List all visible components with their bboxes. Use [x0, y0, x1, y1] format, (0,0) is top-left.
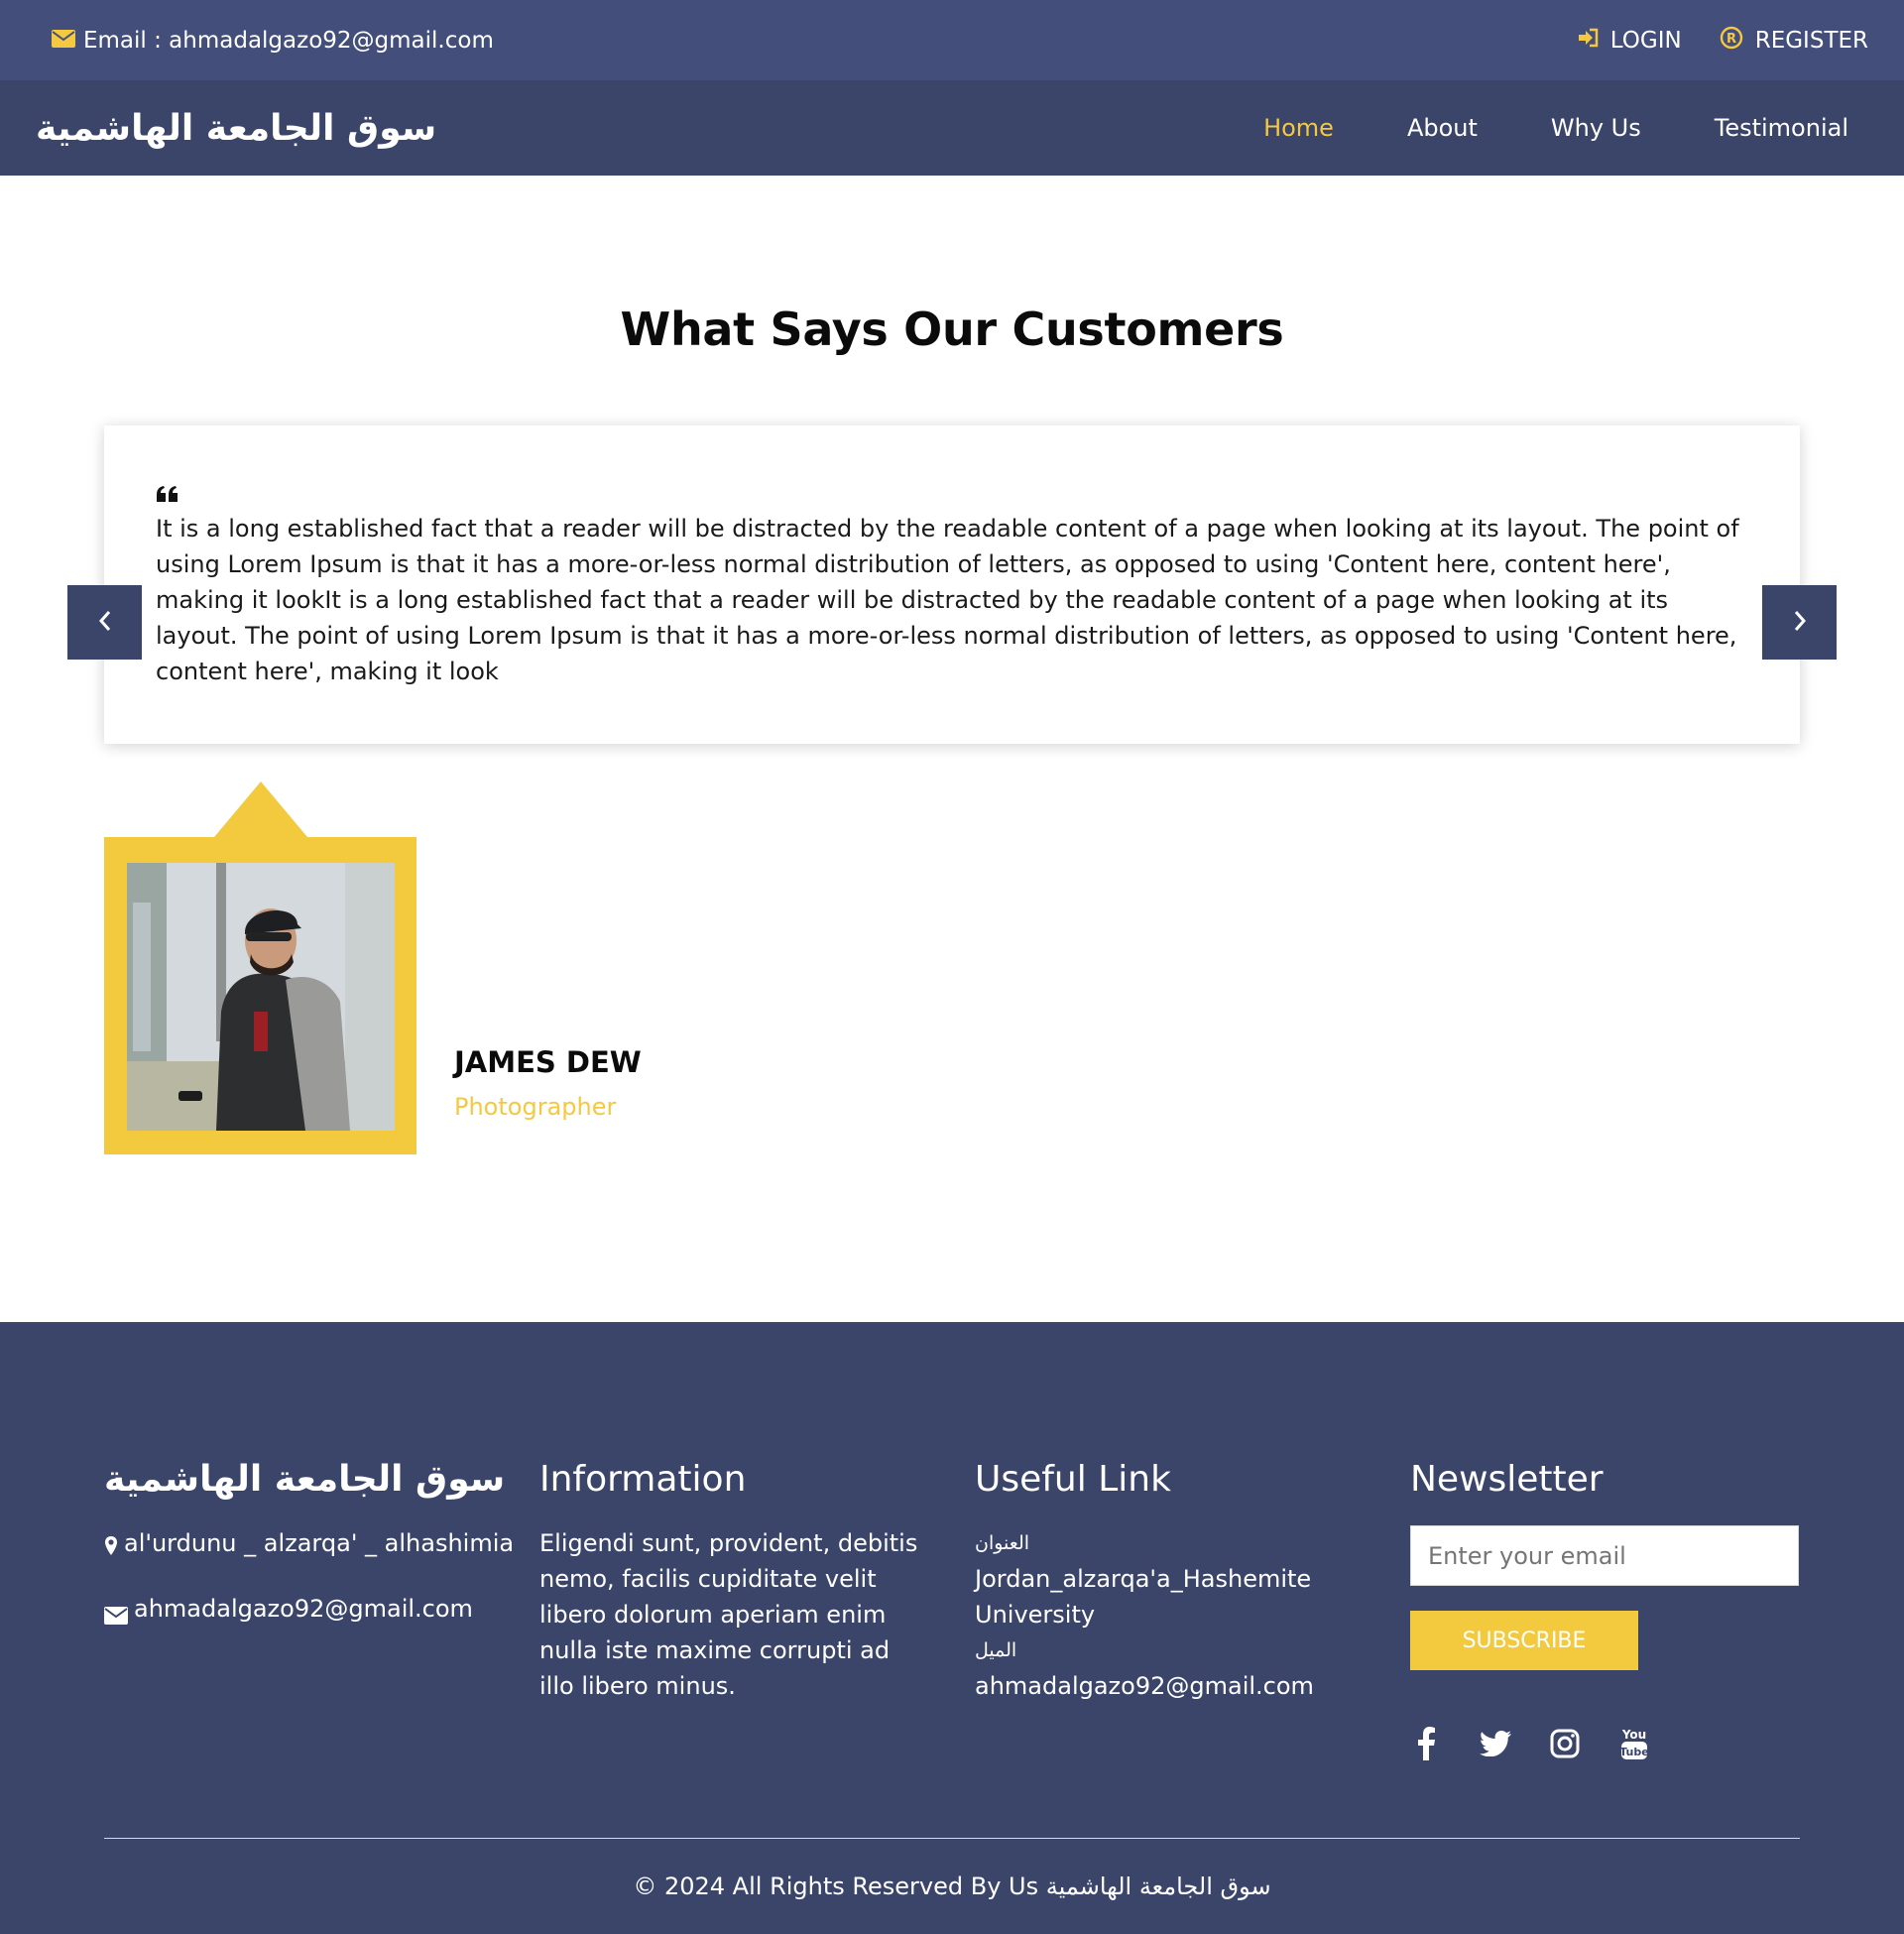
register-link[interactable]: R REGISTER: [1720, 26, 1868, 56]
client-profile: JAMES DEW Photographer: [104, 782, 1904, 1154]
testimonial-carousel: It is a long established fact that a rea…: [67, 425, 1837, 744]
svg-text:Tube: Tube: [1619, 1746, 1648, 1758]
footer-email[interactable]: ahmadalgazo92@gmail.com: [104, 1591, 539, 1634]
subscribe-button[interactable]: SUBSCRIBE: [1410, 1611, 1638, 1670]
footer-links-column: Useful Link العنوان Jordan_alzarqa'a_Has…: [975, 1459, 1410, 1759]
svg-text:R: R: [1726, 32, 1736, 47]
youtube-icon[interactable]: You Tube: [1618, 1728, 1650, 1759]
newsletter-email-input[interactable]: [1410, 1525, 1799, 1586]
social-links: You Tube: [1410, 1727, 1799, 1760]
chevron-left-icon: [98, 610, 112, 636]
footer-brand: سوق الجامعة الهاشمية: [104, 1459, 506, 1500]
register-label: REGISTER: [1754, 27, 1868, 54]
image-frame: [104, 837, 416, 1154]
testimonial-quote: It is a long established fact that a rea…: [156, 515, 1739, 685]
carousel-next-button[interactable]: [1762, 585, 1837, 660]
newsletter-title: Newsletter: [1410, 1459, 1604, 1500]
nav-about[interactable]: About: [1407, 114, 1478, 142]
frame-pointer: [214, 782, 307, 837]
sign-in-icon: [1577, 28, 1599, 54]
information-title: Information: [539, 1459, 747, 1500]
testimonial-card: It is a long established fact that a rea…: [104, 425, 1800, 744]
map-marker-icon: [104, 1525, 118, 1567]
envelope-icon: [52, 28, 75, 54]
top-bar: Email : ahmadalgazo92@gmail.com LOGIN R …: [0, 0, 1904, 80]
twitter-icon[interactable]: [1480, 1728, 1511, 1759]
instagram-icon[interactable]: [1549, 1728, 1581, 1759]
footer-newsletter-column: Newsletter SUBSCRIBE You Tube: [1410, 1459, 1799, 1760]
client-info: JAMES DEW Photographer: [454, 1045, 642, 1121]
footer-address: al'urdunu _ alzarqa' _ alhashimia: [104, 1525, 539, 1567]
client-role: Photographer: [454, 1093, 617, 1121]
quote-icon: [156, 481, 1746, 503]
carousel-prev-button[interactable]: [67, 585, 142, 660]
svg-text:You: You: [1621, 1728, 1646, 1742]
navbar: سوق الجامعة الهاشمية Home About Why Us T…: [0, 80, 1904, 176]
client-image-box: [104, 782, 416, 1154]
footer-information-column: Information Eligendi sunt, provident, de…: [539, 1459, 975, 1759]
footer-address-text: al'urdunu _ alzarqa' _ alhashimia: [124, 1529, 515, 1557]
footer-columns: سوق الجامعة الهاشمية al'urdunu _ alzarqa…: [104, 1459, 1800, 1760]
nav-testimonial[interactable]: Testimonial: [1715, 114, 1848, 142]
client-name: JAMES DEW: [454, 1045, 642, 1079]
footer: سوق الجامعة الهاشمية al'urdunu _ alzarqa…: [0, 1322, 1904, 1934]
nav-why-us[interactable]: Why Us: [1551, 114, 1641, 142]
login-label: LOGIN: [1609, 27, 1682, 54]
mail-value[interactable]: ahmadalgazo92@gmail.com: [975, 1668, 1410, 1704]
address-value[interactable]: Jordan_alzarqa'a_Hashemite University: [975, 1561, 1352, 1632]
section-title: What Says Our Customers: [620, 302, 1284, 356]
login-link[interactable]: LOGIN: [1577, 28, 1682, 54]
chevron-right-icon: [1793, 610, 1807, 636]
client-photo: [127, 863, 395, 1131]
envelope-icon: [104, 1591, 128, 1634]
testimonial-section: What Says Our Customers It is a long est…: [0, 176, 1904, 1322]
facebook-icon[interactable]: [1410, 1727, 1442, 1760]
contact-email: Email : ahmadalgazo92@gmail.com: [52, 28, 494, 54]
footer-contact-column: سوق الجامعة الهاشمية al'urdunu _ alzarqa…: [104, 1459, 539, 1759]
nav-home[interactable]: Home: [1263, 114, 1334, 142]
mail-label: الميل: [975, 1639, 1017, 1661]
useful-link-title: Useful Link: [975, 1459, 1171, 1500]
main-nav: Home About Why Us Testimonial: [1263, 114, 1848, 142]
footer-divider: [104, 1838, 1800, 1839]
information-text: Eligendi sunt, provident, debitis nemo, …: [539, 1529, 918, 1700]
brand-logo[interactable]: سوق الجامعة الهاشمية: [36, 108, 436, 149]
contact-email-text: Email : ahmadalgazo92@gmail.com: [83, 27, 494, 54]
address-label: العنوان: [975, 1532, 1030, 1554]
copyright-text: © 2024 All Rights Reserved By Us سوق الج…: [633, 1873, 1271, 1900]
auth-links: LOGIN R REGISTER: [1577, 26, 1868, 56]
footer-email-text: ahmadalgazo92@gmail.com: [134, 1595, 473, 1623]
registered-icon: R: [1720, 26, 1743, 56]
